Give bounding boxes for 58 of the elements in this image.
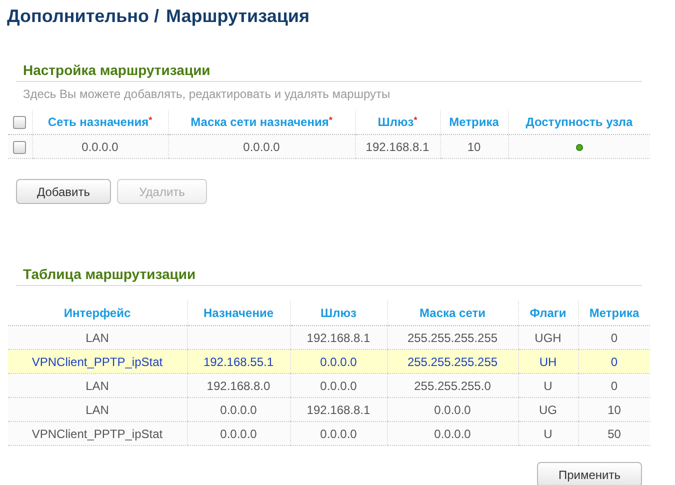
table-cell: 192.168.8.1: [366, 140, 430, 154]
table-cell: 0.0.0.0: [320, 378, 357, 392]
table-cell: 0.0.0.0: [320, 354, 357, 368]
column-header: Назначение: [203, 306, 274, 320]
table-row[interactable]: VPNClient_PPTP_ipStat 192.168.55.1 0.0.0.0 255.255.255.255 UH 0: [8, 350, 650, 374]
column-header: Маска сети: [420, 306, 486, 320]
table-cell: LAN: [86, 402, 109, 416]
table-cell: UH: [539, 354, 557, 368]
column-header: Метрика: [449, 115, 499, 129]
table-cell: UG: [539, 402, 557, 416]
table-cell: U: [544, 426, 552, 440]
table-row[interactable]: VPNClient_PPTP_ipStat 0.0.0.0 0.0.0.0 0.0.0.0 U 50: [8, 422, 650, 446]
table-cell: 0.0.0.0: [220, 402, 257, 416]
table-cell: 0.0.0.0: [434, 426, 471, 440]
table-row[interactable]: LAN 192.168.8.1 255.255.255.255 UGH 0: [8, 326, 650, 350]
breadcrumb-parent: Дополнительно /: [7, 6, 160, 28]
table-cell: LAN: [86, 378, 109, 392]
column-header: Шлюз*: [378, 115, 418, 129]
table-row[interactable]: LAN 0.0.0.0 192.168.8.1 0.0.0.0 UG 10: [8, 398, 650, 422]
table-cell: 0: [610, 330, 618, 344]
section-description: Здесь Вы можете добавлять, редактировать и удалять маршруты: [23, 87, 392, 101]
section-title: Таблица маршрутизации: [23, 266, 197, 284]
table-cell: 10: [608, 402, 621, 416]
table-cell: 0: [610, 378, 618, 392]
table-cell: 255.255.255.255: [407, 354, 498, 368]
checkbox[interactable]: [13, 116, 26, 130]
add-button[interactable]: Добавить: [16, 179, 111, 204]
column-header: Интерфейс: [64, 306, 131, 320]
column-header: Шлюз: [320, 306, 356, 320]
page-title: Маршрутизация: [166, 6, 310, 28]
table-cell: 50: [608, 426, 621, 440]
table-cell: 10: [467, 140, 481, 154]
table-cell: 255.255.255.0: [414, 378, 491, 392]
table-cell: 192.168.8.0: [206, 378, 270, 392]
table-cell: 0.0.0.0: [243, 140, 280, 154]
table-cell: VPNClient_PPTP_ipStat: [32, 426, 163, 440]
table-cell: 192.168.8.1: [306, 330, 370, 344]
apply-button[interactable]: Применить: [537, 462, 642, 485]
column-header: Маска сети назначения*: [190, 115, 332, 129]
table-cell: VPNClient_PPTP_ipStat: [32, 354, 163, 368]
table-cell: 0.0.0.0: [320, 426, 357, 440]
column-header: Сеть назначения*: [48, 115, 152, 129]
column-header: Флаги: [530, 306, 566, 320]
section-title: Настройка маршрутизации: [23, 62, 212, 80]
table-cell: 0: [610, 354, 618, 368]
table-cell: 192.168.8.1: [306, 402, 370, 416]
table-cell: 0.0.0.0: [82, 140, 118, 154]
table-cell: LAN: [86, 330, 109, 344]
table-cell: 0.0.0.0: [434, 402, 471, 416]
checkbox[interactable]: [13, 140, 26, 154]
table-row[interactable]: LAN 192.168.8.0 0.0.0.0 255.255.255.0 U 0: [8, 374, 650, 398]
table-cell: 192.168.55.1: [203, 354, 274, 368]
table-cell: U: [544, 378, 552, 392]
table-cell: 0.0.0.0: [220, 426, 257, 440]
column-header: Метрика: [589, 306, 640, 320]
table-cell: UGH: [534, 330, 562, 344]
table-cell: 255.255.255.255: [407, 330, 498, 344]
column-header: Доступность узла: [526, 115, 633, 129]
